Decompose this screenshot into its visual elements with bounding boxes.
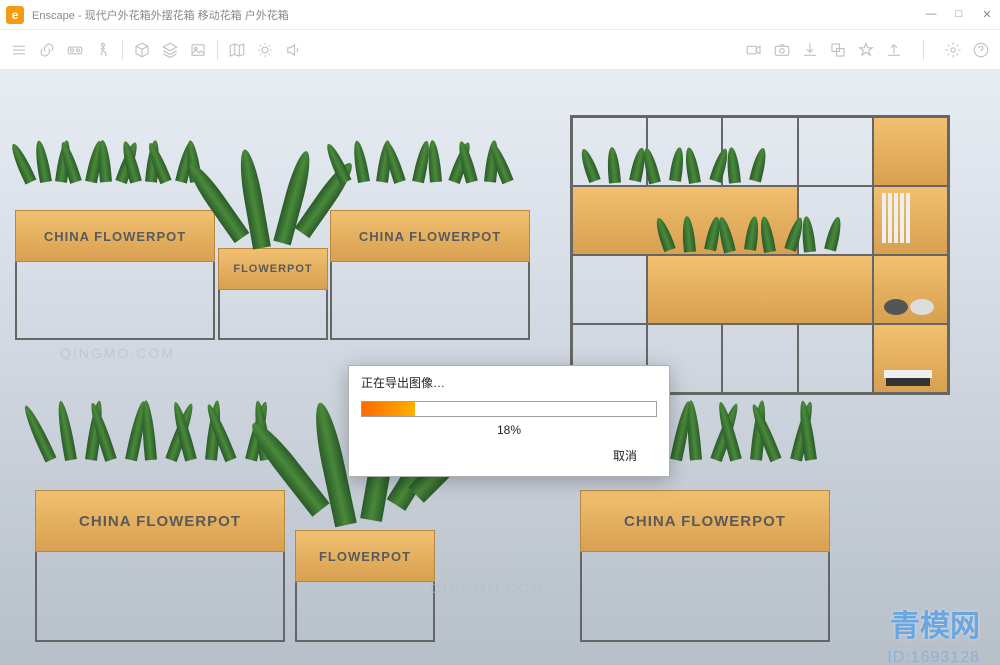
link-icon[interactable] bbox=[38, 41, 56, 59]
walk-icon[interactable] bbox=[94, 41, 112, 59]
planter-large-2: CHINA FLOWERPOT bbox=[330, 210, 530, 340]
progress-percent: 18% bbox=[349, 417, 669, 437]
help-icon[interactable] bbox=[972, 41, 990, 59]
settings-icon[interactable] bbox=[944, 41, 962, 59]
shelf-unit bbox=[570, 115, 950, 395]
window-title: Enscape - 现代户外花箱外摆花箱 移动花箱 户外花箱 bbox=[32, 7, 924, 23]
toolbar-group-mid2 bbox=[228, 41, 302, 59]
batch-icon[interactable] bbox=[829, 41, 847, 59]
screenshot-icon[interactable] bbox=[773, 41, 791, 59]
speaker-icon[interactable] bbox=[284, 41, 302, 59]
minimize-button[interactable]: — bbox=[924, 8, 938, 21]
toolbar-group-right bbox=[745, 40, 990, 60]
watermark-id: ID:1693128 bbox=[887, 649, 980, 665]
video-icon[interactable] bbox=[745, 41, 763, 59]
separator bbox=[217, 40, 218, 60]
map-icon[interactable] bbox=[228, 41, 246, 59]
planter-label: CHINA FLOWERPOT bbox=[359, 229, 501, 244]
progress-fill bbox=[362, 402, 415, 416]
export-icon[interactable] bbox=[801, 41, 819, 59]
planter-label: FLOWERPOT bbox=[233, 263, 312, 275]
watermark-faint: QINGMO.COM bbox=[60, 345, 175, 361]
toolbar-group-left bbox=[10, 41, 112, 59]
toolbar-group-mid1 bbox=[133, 41, 207, 59]
planter-small-1: FLOWERPOT bbox=[218, 248, 328, 340]
separator bbox=[923, 40, 924, 60]
planter-large-1: CHINA FLOWERPOT bbox=[15, 210, 215, 340]
close-button[interactable]: ✕ bbox=[980, 8, 994, 21]
image-icon[interactable] bbox=[189, 41, 207, 59]
watermark-logo: 青模网 bbox=[890, 601, 980, 645]
box-icon[interactable] bbox=[133, 41, 151, 59]
dialog-title: 正在导出图像… bbox=[349, 366, 669, 401]
cancel-button[interactable]: 取消 bbox=[597, 447, 653, 464]
planter-large-3: CHINA FLOWERPOT bbox=[35, 490, 285, 642]
sun-icon[interactable] bbox=[256, 41, 274, 59]
layers-icon[interactable] bbox=[161, 41, 179, 59]
render-viewport[interactable]: CHINA FLOWERPOT FLOWERPOT CHINA FLOWERPO… bbox=[0, 70, 1000, 665]
watermark-faint: QINGMO.COM bbox=[430, 580, 545, 596]
favorite-icon[interactable] bbox=[857, 41, 875, 59]
app-logo bbox=[6, 6, 24, 24]
vr-icon[interactable] bbox=[66, 41, 84, 59]
planter-label: CHINA FLOWERPOT bbox=[44, 229, 186, 244]
planter-label: CHINA FLOWERPOT bbox=[79, 513, 241, 530]
menu-icon[interactable] bbox=[10, 41, 28, 59]
progress-bar bbox=[361, 401, 657, 417]
toolbar bbox=[0, 30, 1000, 70]
planter-small-2: FLOWERPOT bbox=[295, 530, 435, 642]
titlebar: Enscape - 现代户外花箱外摆花箱 移动花箱 户外花箱 — □ ✕ bbox=[0, 0, 1000, 30]
export-dialog: 正在导出图像… 18% 取消 bbox=[348, 365, 670, 477]
planter-label: FLOWERPOT bbox=[319, 549, 411, 564]
separator bbox=[122, 40, 123, 60]
upload-icon[interactable] bbox=[885, 41, 903, 59]
window-controls: — □ ✕ bbox=[924, 8, 994, 21]
planter-large-4: CHINA FLOWERPOT bbox=[580, 490, 830, 642]
planter-label: CHINA FLOWERPOT bbox=[624, 513, 786, 530]
maximize-button[interactable]: □ bbox=[952, 8, 966, 21]
